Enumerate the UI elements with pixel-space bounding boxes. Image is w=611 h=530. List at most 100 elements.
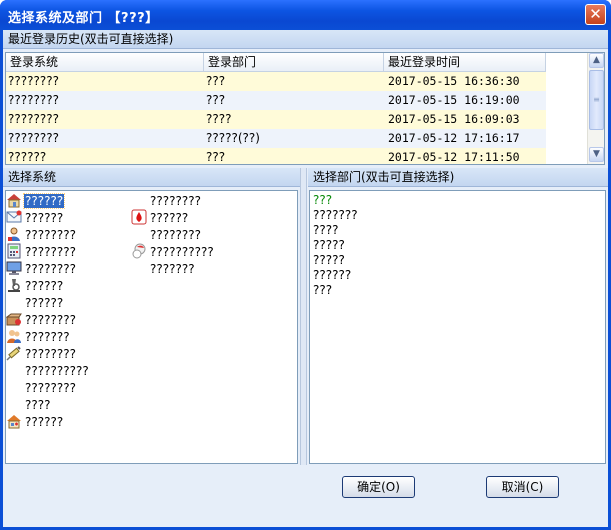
system-item-label: ?????? (25, 296, 64, 310)
department-item[interactable]: ???? (313, 223, 338, 238)
department-item[interactable]: ??? (313, 193, 332, 208)
system-item[interactable]: ???????? (131, 226, 202, 243)
systems-list[interactable]: ????????????????????????????????????????… (5, 190, 298, 464)
history-cell-dept: ??? (206, 150, 226, 164)
system-item-label: ???????? (25, 262, 76, 276)
system-item-label: ???????? (25, 245, 76, 259)
system-item-label: ???? (25, 398, 51, 412)
department-item[interactable]: ????? (313, 238, 345, 253)
system-item[interactable]: ?????? (6, 209, 64, 226)
system-item-label: ?????? (25, 415, 64, 429)
system-item-label: ??????? (150, 262, 195, 276)
system-item[interactable]: ??????? (6, 328, 71, 345)
history-cell-dept: ??? (206, 93, 226, 107)
system-item[interactable]: ???????? (6, 260, 77, 277)
column-header-system[interactable]: 登录系统 (6, 53, 204, 72)
column-header-time[interactable]: 最近登录时间 (384, 53, 546, 72)
column-header-dept[interactable]: 登录部门 (204, 53, 384, 72)
department-item[interactable]: ?????? (313, 268, 351, 283)
system-item-label: ???????? (25, 381, 76, 395)
blank-icon (6, 379, 22, 395)
history-row[interactable]: ???????????? 2017-05-15 16:09:03 (6, 110, 546, 129)
departments-header: 选择部门(双击可直接选择) (308, 168, 608, 187)
window-title: 选择系统及部门 【???】 (8, 11, 159, 26)
history-row[interactable]: ???????? ?????(??) 2017-05-12 17:16:17 (6, 129, 546, 148)
scroll-up-button[interactable]: ▲ (589, 53, 604, 68)
system-item-label: ?????????? (150, 245, 214, 259)
system-item[interactable]: ?????? (6, 294, 64, 311)
panel-splitter[interactable] (300, 168, 307, 465)
system-item[interactable]: ?????? (6, 192, 66, 209)
calculator-icon (6, 243, 22, 259)
system-item-label: ?????? (25, 211, 64, 225)
system-item[interactable]: ?????? (6, 413, 64, 430)
history-row[interactable]: ??????????? 2017-05-15 16:36:30 (6, 72, 546, 91)
history-cell-system: ???????? (8, 131, 59, 145)
blank-icon (6, 396, 22, 412)
blank-icon (131, 226, 147, 242)
department-item[interactable]: ??? (313, 283, 332, 298)
blank-icon (6, 294, 22, 310)
system-item[interactable]: ???? (6, 396, 51, 413)
system-item-label: ???????? (25, 347, 76, 361)
system-item[interactable]: ?????????? (131, 243, 215, 260)
user-icon (6, 226, 22, 242)
close-button[interactable]: ✕ (585, 4, 606, 25)
dialog-window: 选择系统及部门 【???】 ✕ 最近登录历史(双击可直接选择) 登录系统 登录部… (0, 0, 611, 530)
house-icon (6, 413, 22, 429)
system-item[interactable]: ?????????? (6, 362, 90, 379)
departments-list[interactable]: ????????????????????????????????? (309, 190, 606, 464)
microscope-icon (6, 277, 22, 293)
history-cell-system: ???????? (8, 74, 59, 88)
system-item-label: ??????? (25, 330, 70, 344)
box-icon (6, 311, 22, 327)
scroll-down-button[interactable]: ▼ (589, 147, 604, 162)
history-cell-time: 2017-05-12 17:11:50 (388, 150, 520, 164)
history-cell-system: ???????? (8, 112, 59, 126)
history-cell-system: ???????? (8, 93, 59, 107)
department-item[interactable]: ????? (313, 253, 345, 268)
system-item[interactable]: ??????? (131, 260, 196, 277)
history-row[interactable]: ??????????? 2017-05-15 16:19:00 (6, 91, 546, 110)
home-icon (6, 192, 22, 208)
mail-icon (6, 209, 22, 225)
blank-icon (131, 260, 147, 276)
history-row[interactable]: ????????? 2017-05-12 17:11:50 (6, 148, 546, 164)
system-item[interactable]: ???????? (6, 243, 77, 260)
system-item-label: ?????? (150, 211, 189, 225)
system-item-label: ???????? (150, 194, 201, 208)
system-item[interactable]: ?????? (131, 209, 189, 226)
system-item[interactable]: ???????? (6, 311, 77, 328)
history-cell-time: 2017-05-15 16:36:30 (388, 74, 520, 88)
system-item-label: ???????? (150, 228, 201, 242)
history-cell-time: 2017-05-12 17:16:17 (388, 131, 520, 145)
history-table[interactable]: 登录系统 登录部门 最近登录时间 ??????????? 2017-05-15 1… (5, 52, 605, 165)
blood-drop-icon (131, 209, 147, 225)
history-scrollbar[interactable]: ▲ ≡ ▼ (587, 53, 604, 164)
system-item[interactable]: ???????? (6, 345, 77, 362)
department-item[interactable]: ??????? (313, 208, 358, 223)
history-cell-dept: ???? (206, 112, 232, 126)
history-header: 最近登录历史(双击可直接选择) (3, 30, 608, 49)
history-cell-dept: ??? (206, 74, 226, 88)
people-icon (6, 328, 22, 344)
system-item[interactable]: ?????? (6, 277, 64, 294)
title-bar[interactable]: 选择系统及部门 【???】 ✕ (0, 0, 611, 30)
dialog-body: 最近登录历史(双击可直接选择) 登录系统 登录部门 最近登录时间 ???????… (3, 30, 608, 527)
system-item-label: ?????????? (25, 364, 89, 378)
blank-icon (131, 192, 147, 208)
system-item[interactable]: ???????? (131, 192, 202, 209)
history-cell-time: 2017-05-15 16:19:00 (388, 93, 520, 107)
system-item-label: ?????? (22, 193, 66, 209)
history-cell-time: 2017-05-15 16:09:03 (388, 112, 520, 126)
systems-header: 选择系统 (3, 168, 300, 187)
scroll-thumb[interactable]: ≡ (589, 70, 604, 130)
ok-button[interactable]: 确定(O) (342, 476, 415, 498)
system-item[interactable]: ???????? (6, 226, 77, 243)
system-item[interactable]: ???????? (6, 379, 77, 396)
cancel-button[interactable]: 取消(C) (486, 476, 559, 498)
monitor-icon (6, 260, 22, 276)
history-table-header: 登录系统 登录部门 最近登录时间 (6, 53, 546, 72)
pills-icon (131, 243, 147, 259)
system-item-label: ???????? (25, 313, 76, 327)
